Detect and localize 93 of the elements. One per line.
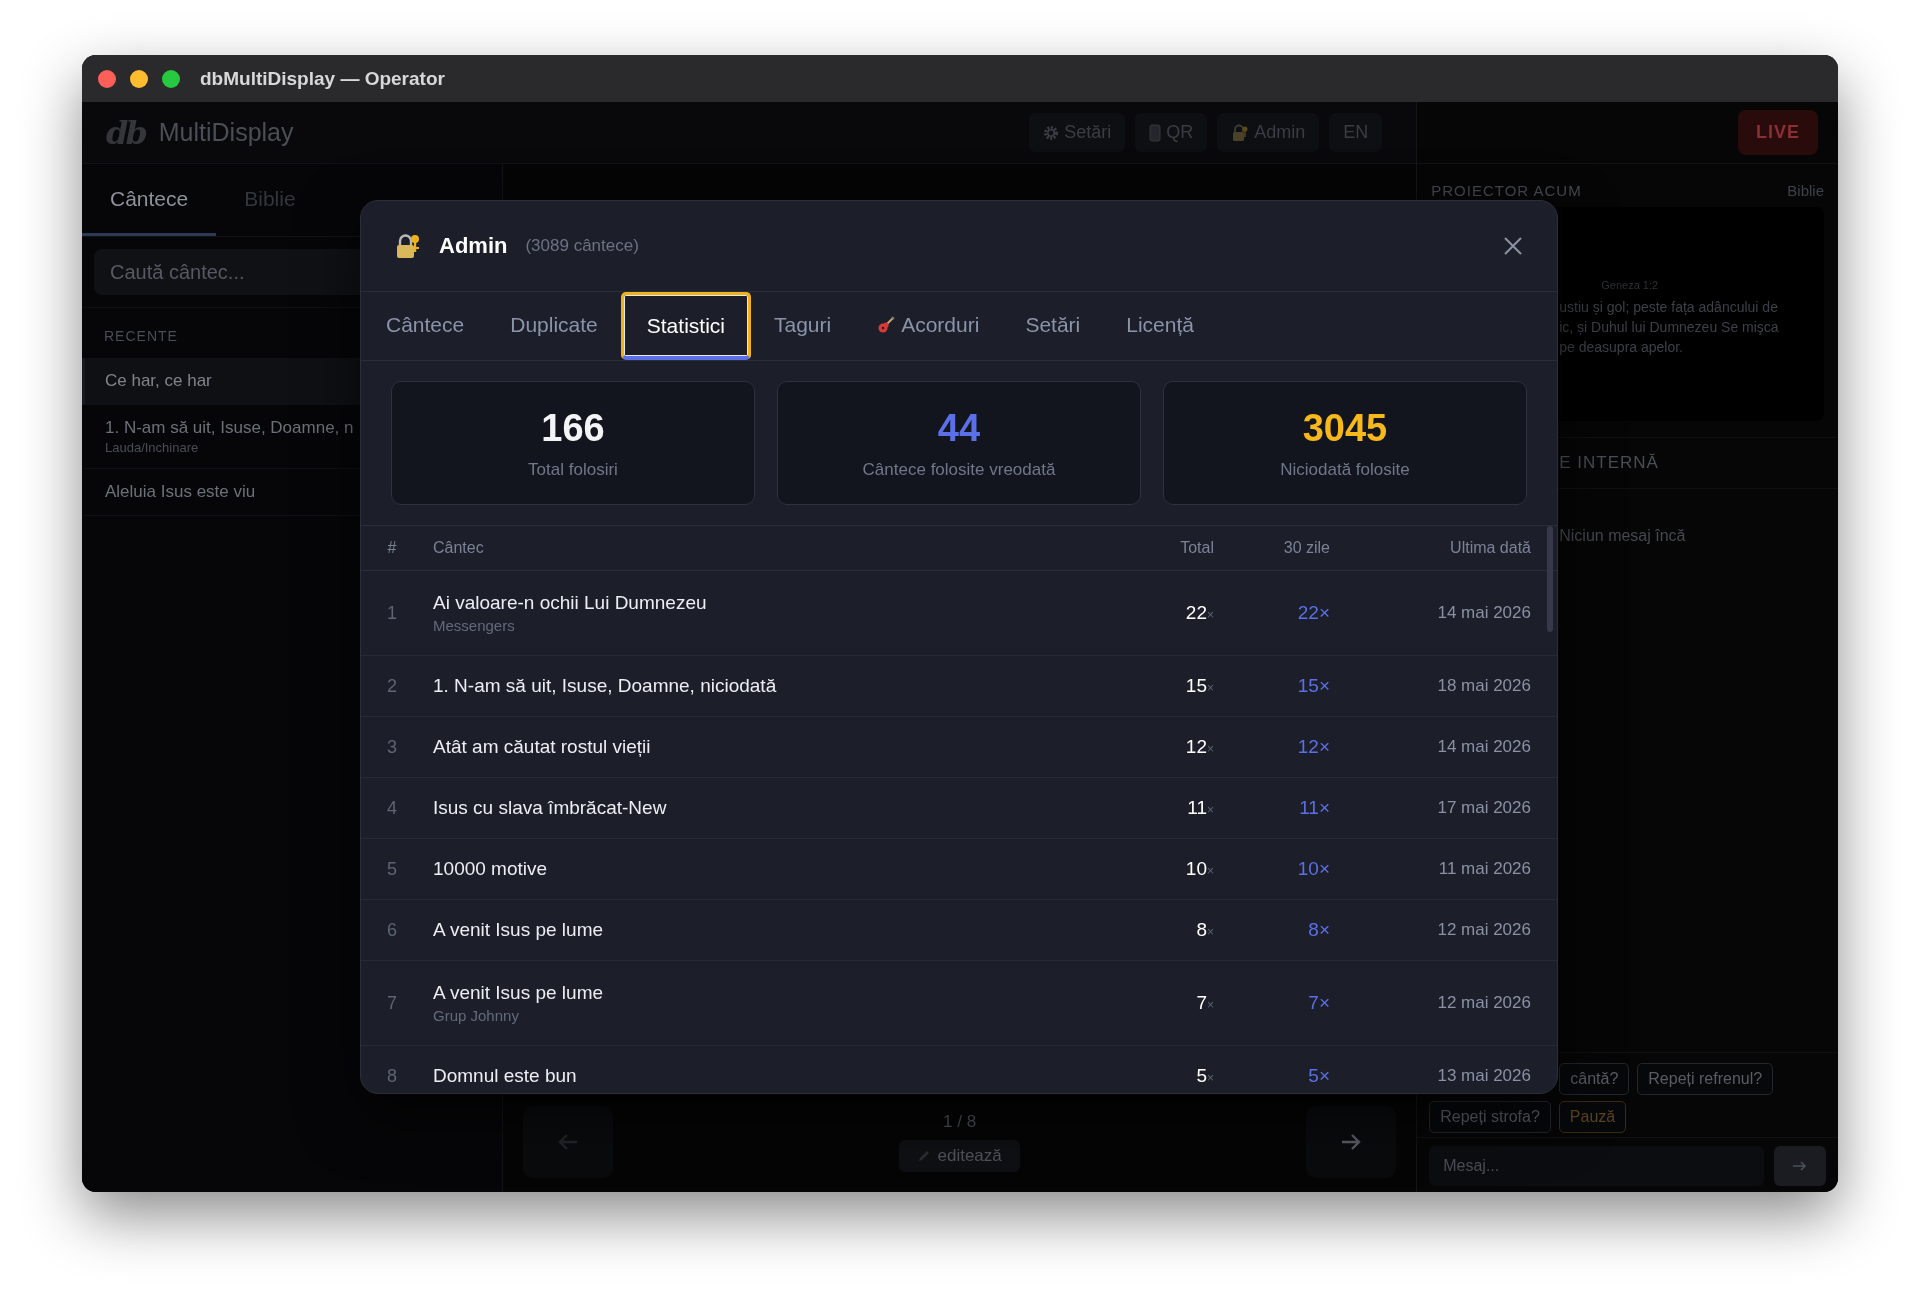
recent-count-cell-text: 5× — [1307, 1065, 1330, 1087]
total-count-cell-text: 10× — [1184, 858, 1214, 880]
left-arrow-icon — [557, 1133, 579, 1151]
rank-cell-text: 1 — [386, 602, 398, 624]
date-cell-text: 14 mai 2026 — [1436, 737, 1531, 757]
stat-label: Cântece folosite vreodată — [862, 459, 1056, 480]
recent-count-cell-text: 8× — [1307, 919, 1330, 941]
rank-cell-text: 2 — [386, 675, 398, 697]
date-cell-text: 12 mai 2026 — [1436, 993, 1531, 1013]
slide-counter: 1 / 8 — [943, 1112, 977, 1132]
stat-value: 44 — [937, 406, 981, 450]
song-title: 10000 motive — [433, 858, 549, 880]
recent-count-cell-text: 12× — [1296, 736, 1330, 758]
total-count-cell-text: 12× — [1184, 736, 1214, 758]
phone-icon — [1149, 123, 1162, 142]
sidebar-tab[interactable]: Cântece — [82, 164, 217, 236]
guitar-icon — [877, 315, 896, 334]
total-count-cell-text: 22× — [1184, 602, 1214, 624]
song-artist: Messengers — [433, 617, 516, 634]
dialog-tab[interactable]: Taguri — [750, 292, 855, 360]
quick-reply-button[interactable]: Pauză — [1558, 1101, 1627, 1133]
section-heading: RECENTE — [104, 328, 178, 344]
dialog-tab[interactable]: Licență — [1103, 292, 1217, 360]
stat-value: 166 — [541, 406, 605, 450]
rank-cell-text: 4 — [386, 797, 398, 819]
source-label: Biblie — [1787, 182, 1824, 199]
column-header: # — [386, 539, 398, 557]
dialog-tab[interactable]: Setări — [1002, 292, 1104, 360]
song-count: (3089 cântece) — [525, 236, 639, 256]
section-heading: PROIECTOR ACUM — [1431, 182, 1582, 199]
rank-cell-text: 6 — [386, 919, 398, 941]
song-title: Ai valoare-n ochii Lui Dumnezeu — [433, 592, 708, 614]
date-cell-text: 17 mai 2026 — [1436, 798, 1531, 818]
dialog-tab[interactable]: Cântece — [363, 292, 488, 360]
total-count-cell-text: 8× — [1195, 919, 1214, 941]
column-header: Ultima dată — [1449, 539, 1531, 557]
lock-key-icon — [395, 233, 421, 259]
rank-cell-text: 7 — [386, 992, 398, 1014]
empty-message: Niciun mesaj încă — [1559, 527, 1686, 545]
rank-cell-text: 3 — [386, 736, 398, 758]
column-header: Cântec — [433, 539, 485, 557]
window-title: dbMultiDisplay — Operator — [200, 67, 445, 90]
song-title: Atât am căutat rostul vieții — [433, 736, 652, 758]
close-window-button[interactable] — [98, 69, 116, 88]
total-count-cell-text: 5× — [1195, 1065, 1214, 1087]
date-cell-text: 11 mai 2026 — [1437, 859, 1531, 879]
total-count-cell-text: 15× — [1184, 675, 1214, 697]
app-name: MultiDisplay — [158, 118, 294, 147]
recent-count-cell-text: 15× — [1296, 675, 1330, 697]
scrollbar[interactable] — [1547, 526, 1553, 632]
column-header: Total — [1179, 539, 1214, 557]
stat-label: Total folosiri — [528, 459, 618, 480]
dialog-tab[interactable]: Duplicate — [487, 292, 621, 360]
date-cell-text: 14 mai 2026 — [1436, 603, 1531, 623]
total-count-cell-text: 7× — [1195, 992, 1214, 1014]
stat-value: 3045 — [1302, 406, 1388, 450]
rank-cell-text: 8 — [386, 1065, 398, 1087]
date-cell-text: 12 mai 2026 — [1436, 920, 1531, 940]
recent-count-cell-text: 22× — [1296, 602, 1330, 624]
song-title: Isus cu slava îmbrăcat-New — [433, 797, 668, 819]
live-button[interactable]: LIVE — [1738, 110, 1818, 155]
date-cell-text: 18 mai 2026 — [1436, 676, 1531, 696]
recent-count-cell-text: 7× — [1307, 992, 1330, 1014]
song-title: Domnul este bun — [433, 1065, 578, 1087]
total-count-cell-text: 11× — [1186, 797, 1214, 819]
stat-label: Niciodată folosite — [1280, 459, 1410, 480]
quick-reply-button[interactable]: cântă? — [1559, 1063, 1630, 1095]
quick-reply-button[interactable]: Repeți refrenul? — [1637, 1063, 1774, 1095]
song-title: A venit Isus pe lume — [433, 982, 605, 1004]
section-heading: E INTERNĂ — [1559, 453, 1659, 473]
song-title: A venit Isus pe lume — [433, 919, 605, 941]
verse-text: ustiu și gol; peste fața adâncului de — [1559, 298, 1779, 317]
song-title: 1. N-am să uit, Isuse, Doamne, niciodată — [433, 675, 778, 697]
rank-cell-text: 5 — [386, 858, 398, 880]
recent-count-cell-text: 11× — [1298, 797, 1330, 819]
column-header: 30 zile — [1282, 539, 1330, 557]
dialog-tab[interactable]: Statistici — [620, 292, 751, 360]
close-icon — [1503, 236, 1523, 256]
send-arrow-icon — [1792, 1160, 1808, 1172]
pencil-icon — [917, 1149, 932, 1163]
song-artist: Grup Johnny — [433, 1007, 520, 1024]
lock-key-icon — [1231, 123, 1250, 142]
date-cell-text: 13 mai 2026 — [1436, 1066, 1531, 1086]
right-arrow-icon — [1340, 1133, 1363, 1151]
recent-count-cell-text: 10× — [1296, 858, 1330, 880]
message-field[interactable]: Mesaj... — [1429, 1146, 1764, 1186]
verse-text: pe deasupra apelor. — [1559, 338, 1684, 357]
settings-icon — [1043, 124, 1060, 141]
quick-reply-button[interactable]: Repeți strofa? — [1429, 1101, 1551, 1133]
zoom-window-button[interactable] — [162, 69, 180, 88]
edit-button[interactable]: editează — [899, 1140, 1020, 1172]
minimize-window-button[interactable] — [130, 69, 148, 88]
dialog-tab[interactable]: Acorduri — [854, 292, 1003, 360]
